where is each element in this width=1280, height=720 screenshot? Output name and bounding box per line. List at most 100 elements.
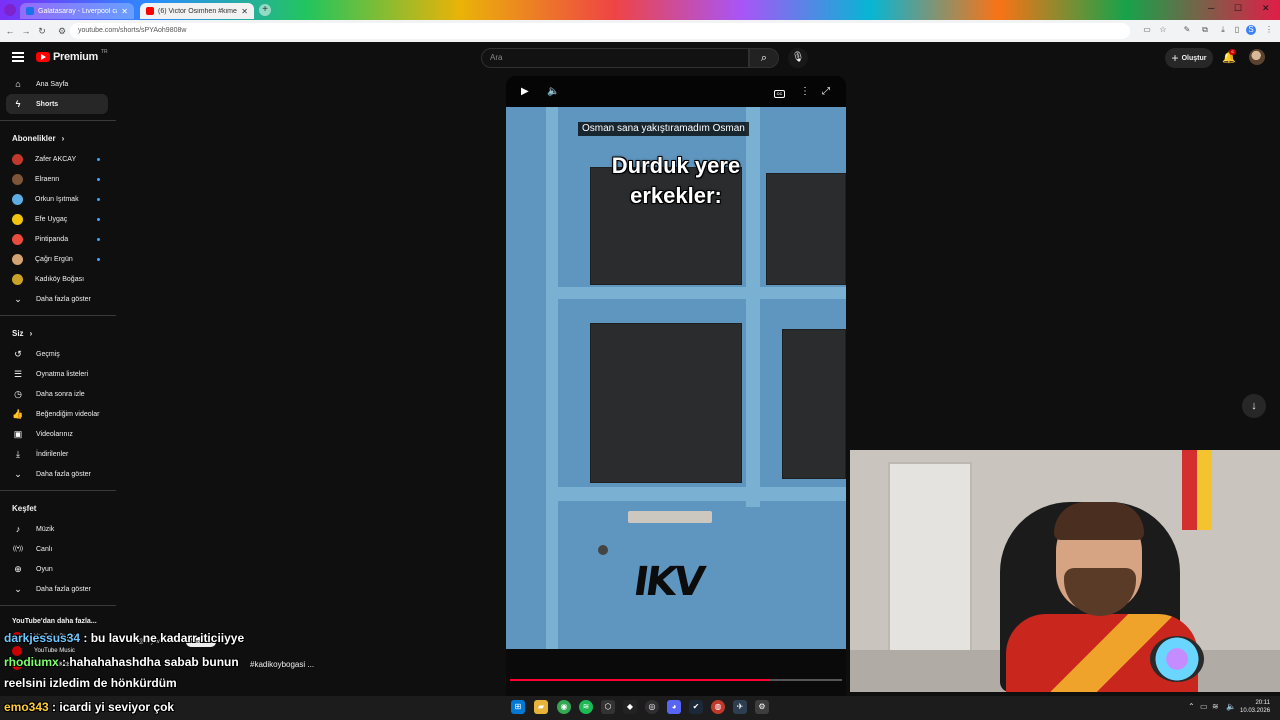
play-icon[interactable]: ▶ [521, 86, 529, 97]
shorts-icon: ϟ [15, 99, 21, 109]
fullscreen-icon[interactable]: ⤢ [822, 86, 830, 97]
start-icon[interactable]: ⊞ [511, 700, 525, 714]
site-info-icon[interactable]: ⚙ [56, 26, 68, 37]
subscriptions-title: Abonelikler [12, 133, 56, 143]
sidebar-item-subscription[interactable]: Elraenn [0, 169, 116, 189]
extension-icon[interactable]: ✎ [1182, 25, 1192, 35]
bookmark-star-icon[interactable]: ☆ [1158, 25, 1168, 35]
sidebar-item-shorts[interactable]: ϟ Shorts [6, 94, 108, 114]
file-explorer-icon[interactable]: ▰ [534, 700, 548, 714]
sidebar-item-downloads[interactable]: ⤓ İndirilenler [0, 444, 116, 464]
maximize-icon[interactable]: ☐ [1234, 3, 1242, 14]
sidebar-item-subscription[interactable]: Orkun Işıtmak [0, 189, 116, 209]
search-icon[interactable]: ⌕ [749, 48, 779, 68]
volume-icon[interactable]: 🔈 [547, 86, 559, 97]
youtube-logo[interactable]: Premium TR [36, 49, 108, 63]
sidebar-item-your-videos[interactable]: ▣ Videolarınız [0, 424, 116, 444]
video-caption: Durduk yere erkekler: [566, 151, 786, 211]
app-icon[interactable]: ✈ [733, 700, 747, 714]
obs-icon[interactable]: ◎ [645, 700, 659, 714]
tab-favicon [146, 7, 154, 15]
chat-message: reelsini izledim de hönkürdüm [4, 676, 177, 690]
sidebar-item-subscription[interactable]: Kadıköy Boğası [0, 269, 116, 289]
shorts-player[interactable]: ▶ 🔈 CC ⋮ ⤢ Osman sana yakıştıramadım Osm… [506, 76, 846, 696]
divider [0, 605, 116, 606]
chat-text: : hahahahashdha sabab bunun [58, 655, 239, 669]
captions-icon[interactable]: CC [774, 90, 785, 98]
sidebar-item-playlists[interactable]: ☰ Oynatma listeleri [0, 364, 116, 384]
app-icon[interactable]: ◍ [711, 700, 725, 714]
playlists-icon: ☰ [13, 368, 23, 379]
sidebar-item-home[interactable]: ⌂ Ana Sayfa [0, 74, 116, 94]
profile-avatar-icon[interactable]: S [1246, 25, 1256, 35]
create-button[interactable]: + Oluştur [1165, 48, 1213, 68]
network-icon[interactable]: ▭ [1200, 702, 1208, 711]
progress-bar[interactable] [510, 679, 842, 681]
browser-tab-1[interactable]: Galatasaray - Liverpool canlı iz... ✕ [20, 3, 134, 19]
system-clock[interactable]: 20:11 10.03.2026 [1240, 699, 1270, 715]
reload-icon[interactable]: ↻ [36, 26, 48, 37]
account-avatar[interactable] [1249, 49, 1265, 65]
settings-icon[interactable]: ⚙ [755, 700, 769, 714]
sidebar-item-subscription[interactable]: Zafer AKCAY [0, 149, 116, 169]
steam-icon[interactable]: ✔ [689, 700, 703, 714]
split-view-icon[interactable]: ▯ [1232, 25, 1242, 35]
sidebar-item-music[interactable]: ♪ Müzik [0, 519, 116, 539]
browser-profile-icon[interactable] [4, 4, 16, 16]
app-icon[interactable]: ⬡ [601, 700, 615, 714]
tray-chevron-icon[interactable]: ⌃ [1188, 702, 1195, 711]
sidebar-item-gaming[interactable]: ⊕ Oyun [0, 559, 116, 579]
spotify-icon[interactable]: ≋ [579, 700, 593, 714]
menu-icon[interactable] [12, 52, 24, 62]
forward-icon[interactable]: → [20, 26, 32, 36]
minimize-icon[interactable]: ─ [1208, 3, 1214, 13]
channel-avatar [12, 253, 23, 265]
browser-menu-icon[interactable]: ⋮ [1264, 25, 1274, 35]
sidebar-item-history[interactable]: ↺ Geçmiş [0, 344, 116, 364]
chevron-right-icon: › [61, 133, 65, 143]
sidebar-item-label: Shorts [36, 100, 59, 108]
download-icon[interactable]: ⤓ [1218, 25, 1228, 35]
short-title[interactable]: #kadikoybogasi ... [250, 660, 314, 669]
browser-tab-2[interactable]: (6) Victor Osimhen #kimedi #... ✕ [140, 3, 254, 19]
more-from-youtube-header: YouTube'dan daha fazla... [0, 612, 116, 630]
video-frame[interactable]: Osman sana yakıştıramadım Osman Durduk y… [506, 107, 846, 649]
voice-search-icon[interactable]: 🎙 [788, 48, 808, 68]
chat-message: rhodiumx : hahahahashdha sabab bunun [4, 655, 239, 669]
close-window-icon[interactable]: ✕ [1262, 3, 1270, 14]
tab-close-icon[interactable]: ✕ [121, 7, 128, 16]
sidebar-item-subscription[interactable]: Efe Uygaç [0, 209, 116, 229]
sidebar-item-watch-later[interactable]: ◷ Daha sonra izle [0, 384, 116, 404]
sidebar-item-label: Oynatma listeleri [36, 370, 89, 378]
back-icon[interactable]: ← [4, 26, 16, 36]
video-icon: ▣ [13, 428, 23, 439]
chrome-icon[interactable]: ◉ [557, 700, 571, 714]
sidebar-item-live[interactable]: ((•)) Canlı [0, 539, 116, 559]
more-options-icon[interactable]: ⋮ [800, 86, 810, 97]
wifi-icon[interactable]: ≋ [1212, 702, 1219, 711]
you-header[interactable]: Siz › [0, 322, 116, 344]
clock-icon: ◷ [14, 388, 22, 399]
sidebar-item-subscription[interactable]: Pintipanda [0, 229, 116, 249]
extensions-puzzle-icon[interactable]: ⧉ [1200, 25, 1210, 35]
chevron-right-icon: › [29, 328, 33, 338]
tab-close-icon[interactable]: ✕ [241, 7, 248, 16]
cast-icon[interactable]: ▭ [1142, 25, 1152, 35]
epic-games-icon[interactable]: ◆ [623, 700, 637, 714]
webcam-flag [1182, 450, 1212, 530]
sidebar-item-label: Efe Uygaç [35, 215, 68, 223]
sidebar-item-liked-videos[interactable]: 👍 Beğendiğim videolar [0, 404, 116, 424]
discord-icon[interactable]: ◕ [667, 700, 681, 714]
plus-icon: + [1171, 51, 1179, 65]
new-content-dot [97, 158, 100, 161]
search-input[interactable]: Ara [481, 48, 749, 68]
sidebar-item-subscription[interactable]: Çağrı Ergün [0, 249, 116, 269]
show-more-you[interactable]: ⌄ Daha fazla göster [0, 464, 116, 484]
address-bar[interactable]: youtube.com/shorts/sPYAoh9808w [70, 23, 1130, 39]
volume-tray-icon[interactable]: 🔈 [1226, 702, 1236, 711]
show-more-subscriptions[interactable]: ⌄ Daha fazla göster [0, 289, 116, 309]
show-more-explore[interactable]: ⌄ Daha fazla göster [0, 579, 116, 599]
new-tab-button[interactable]: + [259, 4, 271, 16]
subscriptions-header[interactable]: Abonelikler › [0, 127, 116, 149]
next-short-button[interactable]: ↓ [1242, 394, 1266, 418]
